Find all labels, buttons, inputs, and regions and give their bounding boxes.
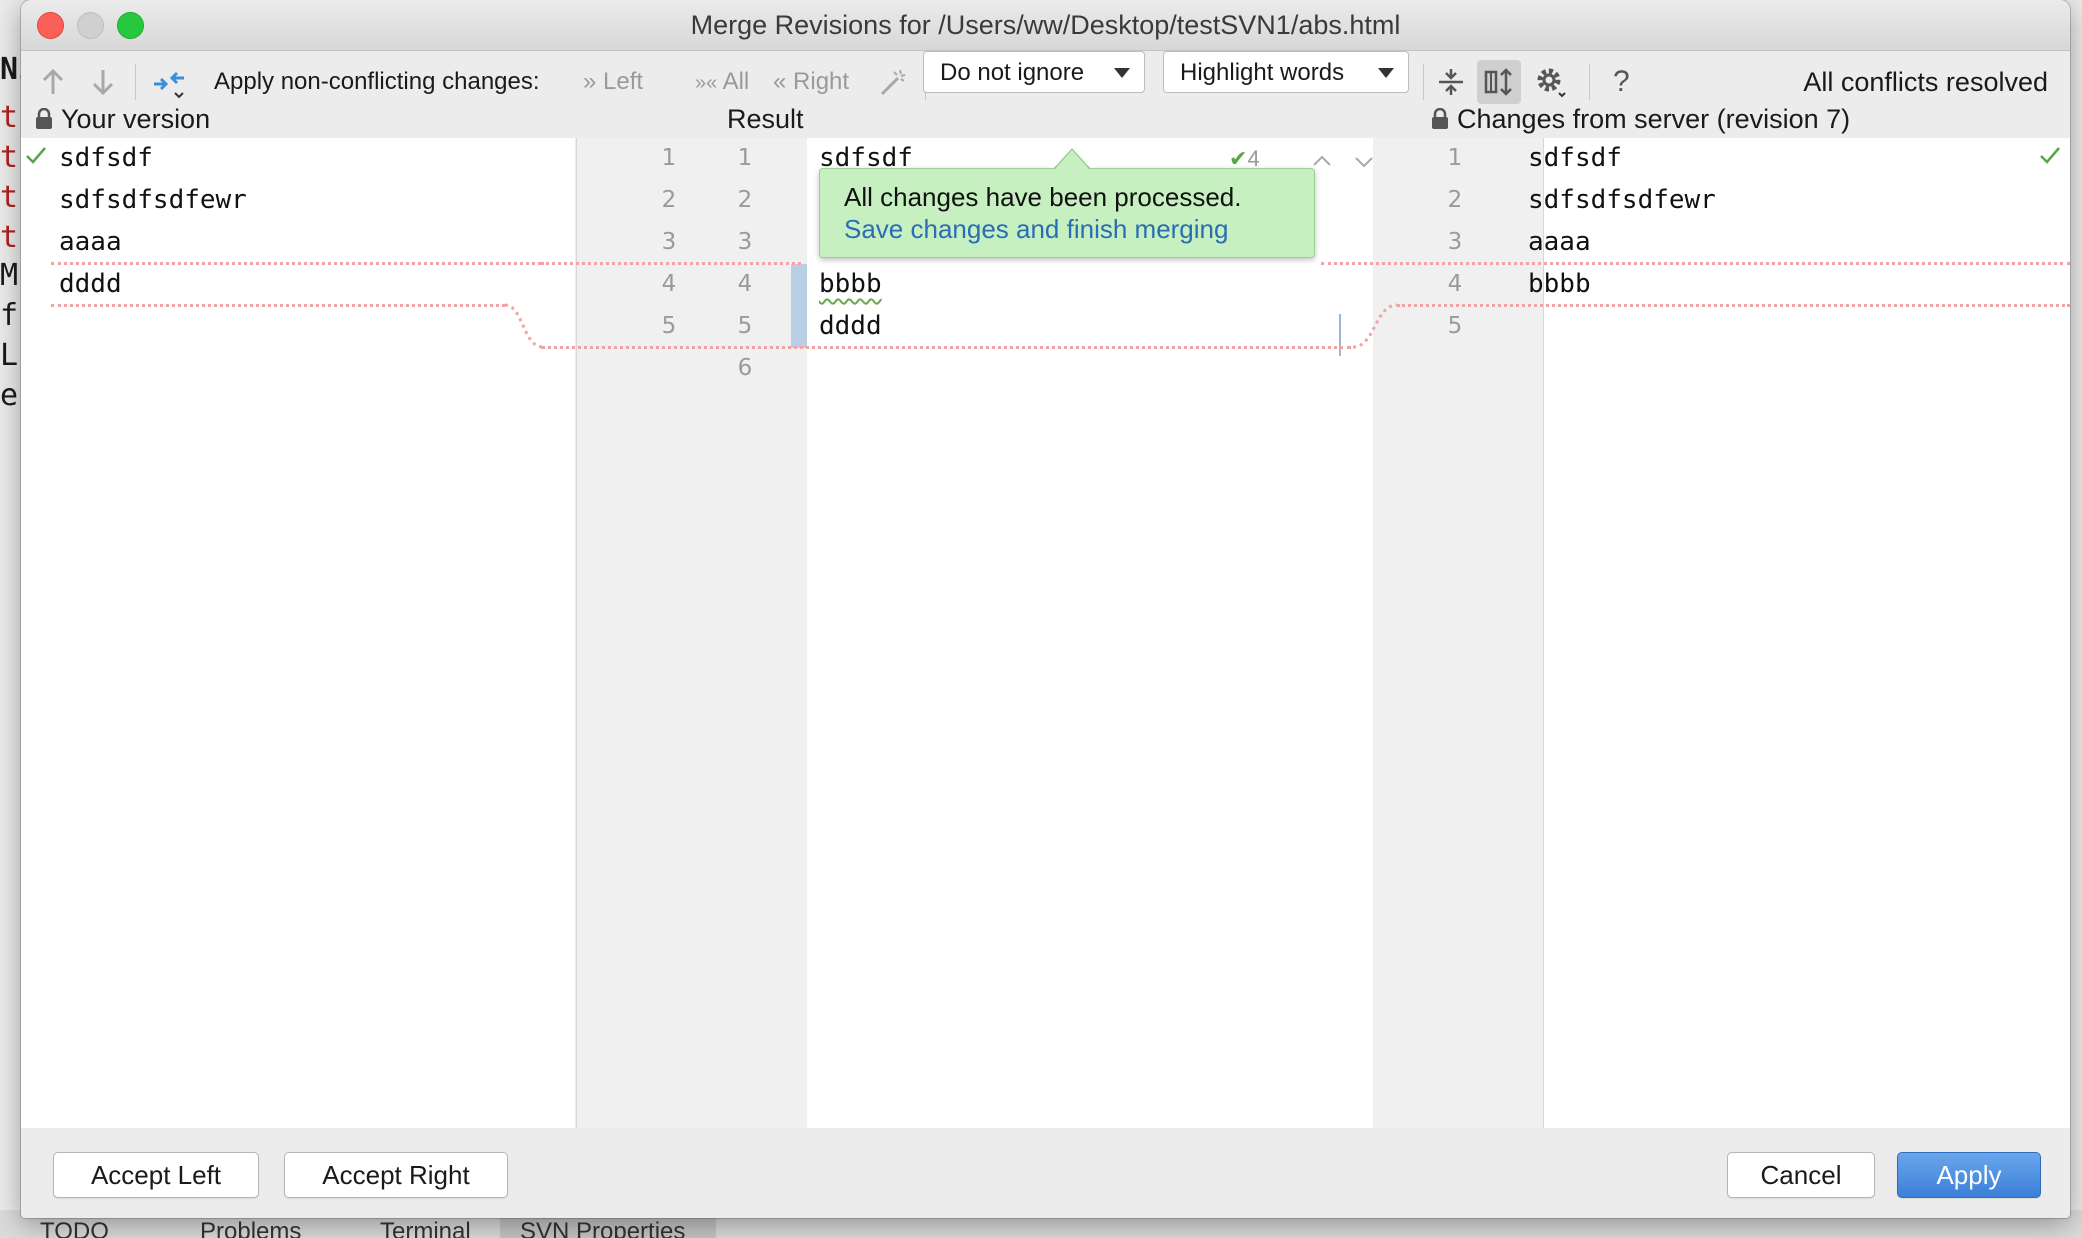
check-icon — [26, 147, 46, 164]
toolbar-separator — [135, 64, 136, 100]
accept-right-button[interactable]: Accept Right — [284, 1152, 508, 1198]
bg-fragment: L — [0, 338, 19, 373]
result-editor[interactable] — [807, 138, 1373, 1128]
right-line-4: bbbb — [1528, 269, 1591, 299]
double-chevron-right-icon: » — [583, 68, 597, 95]
left-line-number: 3 — [661, 229, 677, 255]
conflict-connector — [505, 303, 544, 349]
right-panel-title-row: Changes from server (revision 7) — [1431, 102, 1850, 136]
result-line-number: 6 — [737, 355, 753, 381]
bg-fragment: M — [0, 258, 19, 293]
conflict-boundary-line — [1321, 262, 2070, 265]
gear-icon[interactable] — [1531, 62, 1571, 102]
popup-message: All changes have been processed. — [844, 182, 1242, 212]
apply-left-label: Left — [603, 68, 644, 95]
conflict-boundary-line — [51, 304, 505, 307]
save-and-finish-link[interactable]: Save changes and finish merging — [844, 213, 1314, 245]
whitespace-dropdown[interactable]: Do not ignore — [923, 51, 1145, 93]
collapse-unchanged-icon[interactable] — [1431, 62, 1471, 102]
apply-all-label: All — [722, 68, 750, 95]
result-line-number: 4 — [737, 271, 753, 297]
left-line-number: 4 — [661, 271, 677, 297]
chevron-down-icon[interactable] — [1353, 154, 1375, 170]
chevron-down-icon — [1378, 68, 1394, 78]
toolbar-separator — [1423, 64, 1424, 100]
chevron-up-icon[interactable] — [1311, 152, 1333, 168]
apply-right-label: Right — [793, 68, 850, 95]
popup-arrow — [1055, 150, 1089, 169]
window-title: Merge Revisions for /Users/ww/Desktop/te… — [690, 10, 1401, 40]
sync-scroll-icon[interactable] — [1477, 60, 1521, 104]
left-line-number: 2 — [661, 187, 677, 213]
conflict-boundary-line — [51, 262, 541, 265]
result-line-number: 2 — [737, 187, 753, 213]
magic-wand-icon[interactable] — [873, 62, 913, 102]
merge-complete-popup: All changes have been processed. Save ch… — [819, 168, 1315, 258]
left-line-3: aaaa — [59, 227, 122, 257]
highlight-dropdown-value: Highlight words — [1180, 59, 1345, 86]
result-line-number: 3 — [737, 229, 753, 255]
previous-difference-icon[interactable] — [33, 62, 73, 102]
double-chevron-both-icon: »« — [695, 72, 718, 94]
conflict-boundary-line — [1397, 304, 2070, 307]
result-panel-title: Result — [727, 104, 804, 134]
right-line-number: 5 — [1447, 313, 1463, 339]
result-line-4: bbbb — [819, 269, 882, 299]
lock-icon — [36, 108, 52, 129]
apply-button[interactable]: Apply — [1897, 1152, 2041, 1198]
result-line-number: 1 — [737, 145, 753, 171]
right-line-3: aaaa — [1528, 227, 1591, 257]
text-cursor — [1339, 314, 1341, 356]
left-line-4: dddd — [59, 269, 122, 299]
chevron-down-icon — [1114, 68, 1130, 78]
cancel-button[interactable]: Cancel — [1727, 1152, 1875, 1198]
next-difference-icon[interactable] — [83, 62, 123, 102]
highlight-dropdown[interactable]: Highlight words — [1163, 51, 1409, 93]
right-line-2: sdfsdfsdfewr — [1528, 185, 1716, 215]
left-panel-title: Your version — [61, 104, 211, 134]
whitespace-dropdown-value: Do not ignore — [940, 59, 1085, 86]
right-line-number: 2 — [1447, 187, 1463, 213]
right-line-number: 1 — [1447, 145, 1463, 171]
right-editor[interactable] — [1544, 138, 2070, 1128]
conflict-boundary-line — [541, 346, 1351, 349]
conflict-connector — [1352, 303, 1398, 349]
left-panel-title-row: Your version — [35, 102, 210, 136]
right-line-number: 4 — [1447, 271, 1463, 297]
left-line-number: 5 — [661, 313, 677, 339]
compare-contents-icon[interactable] — [149, 62, 189, 102]
result-line-5: dddd — [819, 311, 882, 341]
double-chevron-left-icon: « — [773, 68, 787, 95]
right-line-number: 3 — [1447, 229, 1463, 255]
check-icon — [2040, 147, 2060, 164]
right-line-1: sdfsdf — [1528, 143, 1622, 173]
change-marker — [791, 264, 807, 348]
left-line-1: sdfsdf — [59, 143, 153, 173]
title-bar: Merge Revisions for /Users/ww/Desktop/te… — [21, 0, 2070, 51]
apply-left-button[interactable]: » Left — [583, 52, 643, 112]
apply-non-conflicting-label: Apply non-conflicting changes: — [214, 68, 540, 95]
toolbar-separator — [1589, 64, 1590, 100]
left-line-number: 1 — [661, 145, 677, 171]
right-panel-title: Changes from server (revision 7) — [1457, 104, 1851, 134]
conflict-boundary-line — [541, 262, 801, 265]
merge-dialog: Merge Revisions for /Users/ww/Desktop/te… — [21, 0, 2070, 1218]
left-line-2: sdfsdfsdfewr — [59, 185, 247, 215]
accept-left-button[interactable]: Accept Left — [53, 1152, 259, 1198]
lock-icon — [1432, 108, 1448, 129]
result-line-number: 5 — [737, 313, 753, 339]
